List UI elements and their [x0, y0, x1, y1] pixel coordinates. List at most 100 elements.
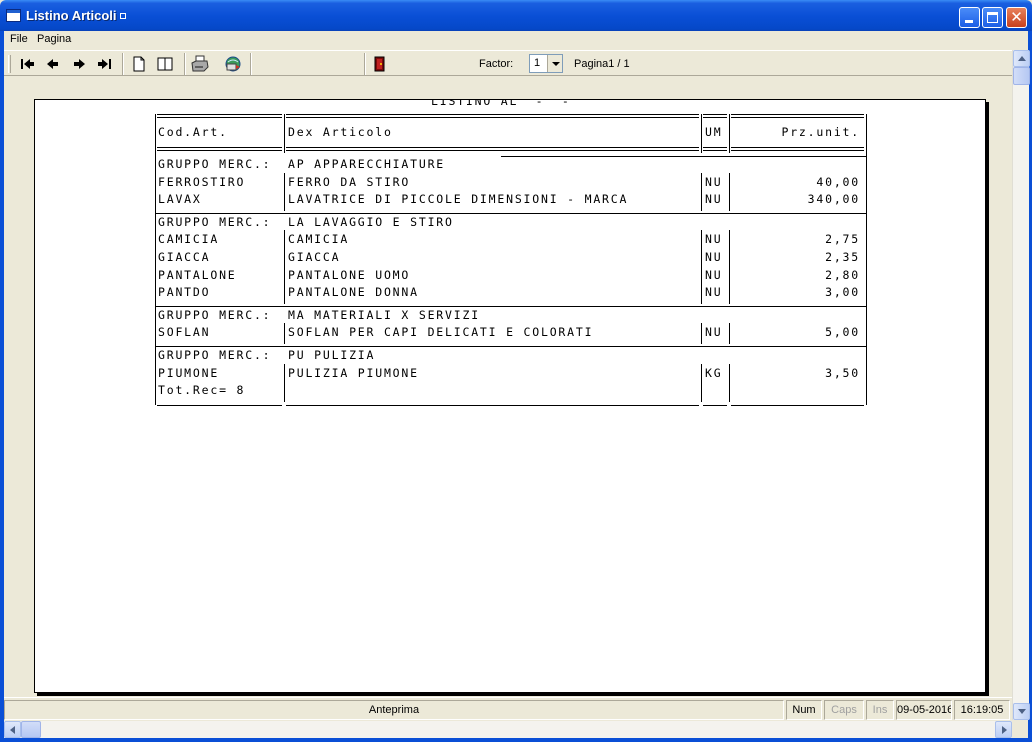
- group-name: AP APPARECCHIATURE: [288, 157, 446, 171]
- group-separator: [155, 305, 866, 307]
- toolbar-separator: [250, 53, 252, 75]
- group-name: PU PULIZIA: [288, 348, 376, 362]
- group-name: LA LAVAGGIO E STIRO: [288, 214, 454, 229]
- column-divider: [729, 230, 730, 304]
- toolbar-grip[interactable]: [8, 55, 11, 73]
- status-date: 09-05-2016: [896, 700, 952, 720]
- item-price: 3,00: [825, 285, 860, 300]
- scroll-up-button[interactable]: [1013, 50, 1030, 67]
- item-um: NU: [705, 192, 723, 207]
- column-divider: [729, 363, 730, 402]
- table-border-right: [866, 114, 867, 405]
- column-divider: [729, 172, 730, 211]
- item-um: NU: [705, 285, 723, 300]
- vertical-scroll-thumb[interactable]: [1013, 67, 1030, 85]
- column-divider: [284, 363, 285, 402]
- item-price: 3,50: [825, 365, 860, 380]
- header-price: Prz.unit.: [781, 125, 860, 139]
- header-rule-top: [703, 117, 727, 118]
- preview-area[interactable]: LISTINO AL - - Cod.Art. Dex Articolo UM Prz…: [4, 77, 1012, 697]
- menu-bar: File Pagina: [4, 31, 1028, 49]
- header-code: Cod.Art.: [158, 125, 228, 139]
- table-rule-bottom: [286, 404, 699, 406]
- horizontal-scroll-thumb[interactable]: [21, 721, 41, 738]
- horizontal-scrollbar[interactable]: [4, 721, 1012, 738]
- close-button[interactable]: ✕: [1006, 7, 1027, 28]
- item-price: 2,75: [825, 232, 860, 247]
- report-page: LISTINO AL - - Cod.Art. Dex Articolo UM Prz…: [34, 99, 986, 693]
- item-um: NU: [705, 267, 723, 282]
- header-rule-bottom: [157, 150, 282, 151]
- exit-icon[interactable]: [370, 54, 390, 74]
- scroll-left-button[interactable]: [4, 721, 21, 738]
- item-price: 2,35: [825, 250, 860, 264]
- header-rule-top: [286, 117, 699, 118]
- item-description: CAMICIA: [288, 232, 350, 247]
- group-separator: [155, 212, 866, 214]
- minimize-button[interactable]: [959, 7, 980, 28]
- export-icon[interactable]: [223, 54, 243, 74]
- item-price: 5,00: [825, 325, 860, 340]
- print-icon[interactable]: [190, 54, 210, 74]
- group-label: GRUPPO MERC.:: [158, 307, 272, 322]
- single-page-icon[interactable]: [129, 54, 149, 74]
- header-rule-bottom: [286, 150, 699, 151]
- header-rule-top: [157, 117, 282, 118]
- table-rule-bottom: [731, 404, 864, 406]
- header-rule-top: [157, 114, 282, 115]
- item-code: GIACCA: [158, 250, 211, 264]
- column-divider: [701, 172, 702, 211]
- restore-icon: [987, 12, 998, 23]
- group-header-rule: [501, 156, 866, 157]
- column-divider: [284, 230, 285, 304]
- header-rule-top: [286, 114, 699, 115]
- item-code: SOFLAN: [158, 325, 211, 340]
- close-icon: ✕: [1010, 8, 1023, 26]
- column-divider: [284, 114, 285, 153]
- item-price: 2,80: [825, 267, 860, 282]
- prev-page-icon[interactable]: [43, 54, 63, 74]
- title-bar[interactable]: Listino Articoli ✕: [0, 0, 1032, 32]
- column-divider: [729, 323, 730, 344]
- scroll-down-button[interactable]: [1013, 703, 1030, 720]
- restore-button[interactable]: [982, 7, 1003, 28]
- vertical-scrollbar[interactable]: [1012, 50, 1030, 720]
- toolbar-separator: [364, 53, 366, 75]
- toolbar: Factor: 1 Pagina1 / 1: [4, 50, 1012, 76]
- last-page-icon[interactable]: [95, 54, 115, 74]
- group-separator: [155, 346, 866, 347]
- next-page-icon[interactable]: [69, 54, 89, 74]
- total-records: Tot.Rec= 8: [158, 383, 246, 398]
- first-page-icon[interactable]: [17, 54, 37, 74]
- window-border-bottom: [0, 738, 1032, 742]
- page-indicator: Pagina1 / 1: [574, 58, 630, 70]
- group-label: GRUPPO MERC.:: [158, 348, 272, 362]
- factor-select[interactable]: 1: [529, 54, 563, 73]
- app-window: Listino Articoli ✕ File Pagina Factor: 1…: [0, 0, 1032, 742]
- window-icon[interactable]: [6, 9, 21, 22]
- item-description: PULIZIA PIUMONE: [288, 365, 419, 380]
- column-divider: [284, 172, 285, 211]
- scroll-right-button[interactable]: [995, 721, 1012, 738]
- minimize-icon: [965, 20, 973, 23]
- item-um: NU: [705, 250, 723, 264]
- group-label: GRUPPO MERC.:: [158, 214, 272, 229]
- item-um: NU: [705, 232, 723, 247]
- menu-file[interactable]: File: [10, 33, 28, 45]
- toolbar-separator: [122, 53, 124, 75]
- column-divider: [284, 323, 285, 344]
- item-price: 40,00: [816, 174, 860, 189]
- column-divider: [701, 363, 702, 402]
- header-rule-bottom: [157, 147, 282, 148]
- item-description: SOFLAN PER CAPI DELICATI E COLORATI: [288, 325, 594, 340]
- chevron-down-icon[interactable]: [547, 55, 562, 72]
- menu-pagina[interactable]: Pagina: [37, 33, 71, 45]
- status-message: Anteprima: [4, 700, 784, 720]
- table-border-left: [155, 114, 156, 405]
- item-code: LAVAX: [158, 192, 202, 207]
- group-name: MA MATERIALI X SERVIZI: [288, 307, 480, 322]
- status-time: 16:19:05: [954, 700, 1010, 720]
- two-pages-icon[interactable]: [155, 54, 175, 74]
- item-code: PIUMONE: [158, 365, 220, 380]
- item-price: 340,00: [807, 192, 860, 207]
